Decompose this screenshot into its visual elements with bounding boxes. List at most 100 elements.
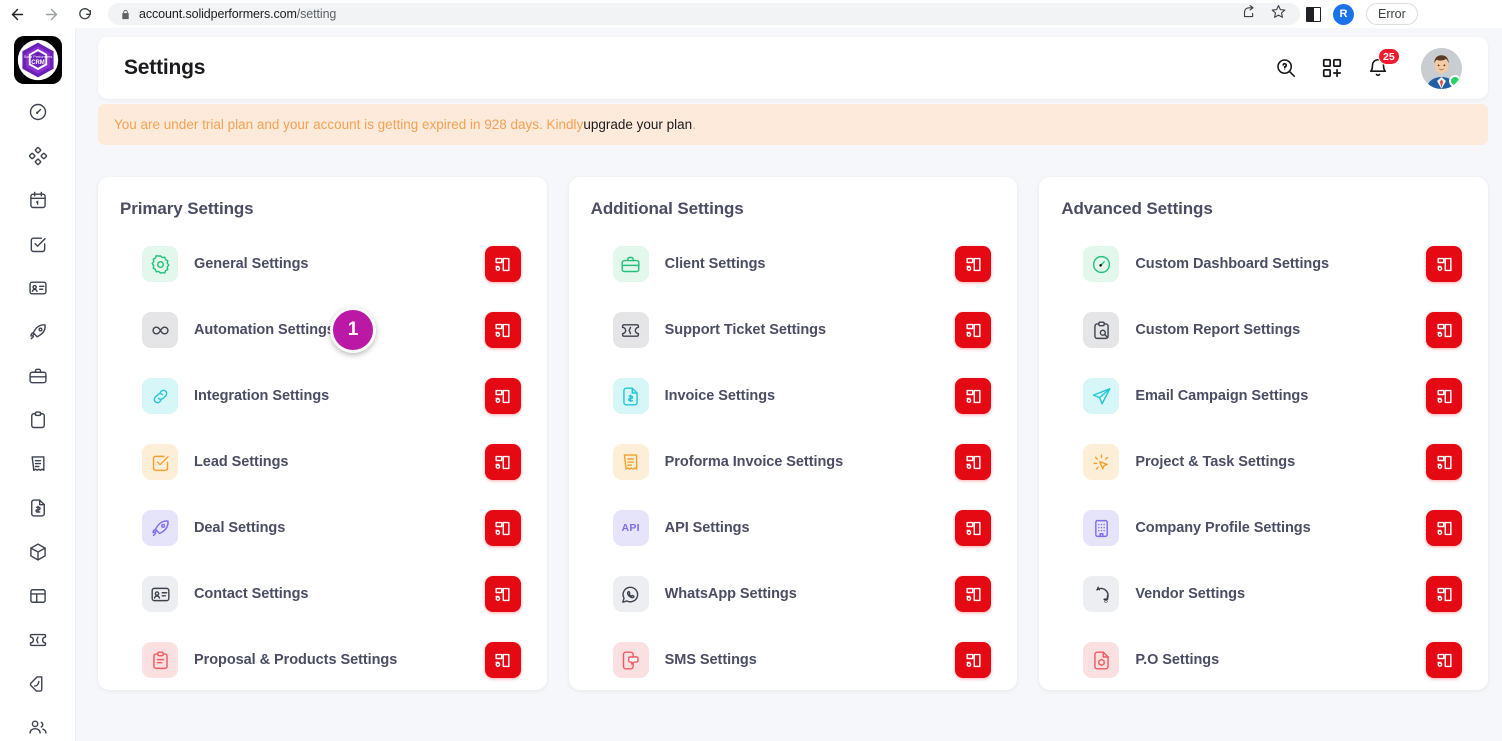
panel-gear-icon [1436, 653, 1452, 667]
address-bar[interactable]: account.solidperformers.com/setting [108, 3, 1300, 25]
bookmark-button[interactable] [1271, 4, 1286, 24]
settings-row[interactable]: Integration Settings [120, 363, 521, 429]
panel-gear-icon [966, 389, 981, 403]
report-search-icon [1094, 320, 1109, 339]
panel-gear-icon [495, 521, 510, 535]
settings-row[interactable]: Custom Dashboard Settings [1061, 231, 1463, 297]
panel-gear-icon [495, 323, 510, 337]
settings-row-icon-tile [142, 378, 178, 414]
configure-button[interactable] [1426, 510, 1463, 546]
configure-button[interactable] [955, 576, 992, 612]
split-panel-icon[interactable] [1306, 6, 1321, 22]
apps-grid-button[interactable] [1321, 57, 1343, 79]
share-button[interactable] [1242, 4, 1257, 24]
panel-gear-icon [966, 455, 981, 469]
settings-row-list: General Settings Automation Settings 1 Inte… [120, 231, 521, 693]
settings-row[interactable]: Project & Task Settings [1061, 429, 1463, 495]
configure-button[interactable] [1426, 312, 1463, 348]
panel-gear-icon [966, 587, 981, 601]
sidebar-item-apps[interactable] [16, 134, 60, 178]
configure-button[interactable] [955, 246, 992, 282]
configure-button[interactable] [1426, 642, 1463, 678]
configure-button[interactable] [1426, 246, 1463, 282]
settings-row[interactable]: Contact Settings [120, 561, 521, 627]
sidebar-item-tasks[interactable] [16, 222, 60, 266]
sidebar-item-tickets[interactable] [16, 618, 60, 662]
back-button[interactable] [0, 0, 34, 28]
configure-button[interactable] [955, 444, 992, 480]
settings-row-label: Email Campaign Settings [1135, 388, 1309, 404]
configure-button[interactable] [484, 312, 521, 348]
settings-row[interactable]: Email Campaign Settings [1061, 363, 1463, 429]
settings-row[interactable]: Company Profile Settings [1061, 495, 1463, 561]
configure-button[interactable] [484, 576, 521, 612]
configure-button[interactable] [484, 378, 521, 414]
panel-gear-icon [495, 389, 510, 403]
notifications-button[interactable]: 25 [1367, 48, 1400, 79]
settings-row-label: Custom Dashboard Settings [1135, 256, 1330, 272]
sidebar-item-contacts[interactable] [16, 266, 60, 310]
settings-row[interactable]: Support Ticket Settings [591, 297, 992, 363]
settings-row[interactable]: SMS Settings [591, 627, 992, 693]
reload-button[interactable] [68, 0, 102, 28]
sidebar-item-clients[interactable] [16, 354, 60, 398]
settings-row[interactable]: Proforma Invoice Settings [591, 429, 992, 495]
app-logo[interactable]: Solid Performers CRM [13, 36, 62, 84]
settings-row[interactable]: P.O Settings [1061, 627, 1463, 693]
notification-badge: 25 [1378, 48, 1400, 65]
sidebar-item-proforma[interactable] [16, 442, 60, 486]
configure-button[interactable] [955, 378, 992, 414]
checkbox-icon [152, 455, 169, 471]
settings-row[interactable]: Deal Settings [120, 495, 521, 561]
url-path: /setting [296, 7, 337, 21]
configure-button[interactable] [1426, 378, 1463, 414]
crm-logo-icon: Solid Performers CRM [17, 39, 58, 81]
app-shell: Solid Performers CRM Settings 25 You are… [0, 28, 1502, 741]
settings-row[interactable]: A B Vendor Settings [1061, 561, 1463, 627]
settings-row[interactable]: Client Settings [591, 231, 992, 297]
sidebar-item-products[interactable] [16, 530, 60, 574]
settings-row-icon-tile [1083, 444, 1120, 480]
sidebar-item-proposals[interactable] [16, 398, 60, 442]
settings-row[interactable]: WhatsApp Settings [591, 561, 992, 627]
browser-profile-button[interactable]: R [1333, 3, 1354, 25]
settings-row[interactable]: Invoice Settings [591, 363, 992, 429]
configure-button[interactable] [484, 510, 521, 546]
sidebar-item-calendar[interactable] [16, 178, 60, 222]
sidebar-item-dashboard[interactable] [16, 90, 60, 134]
configure-button[interactable] [1426, 444, 1463, 480]
configure-button[interactable] [484, 246, 521, 282]
configure-button[interactable] [955, 642, 992, 678]
sidebar-item-projects[interactable] [16, 574, 60, 618]
settings-row-list: Custom Dashboard Settings Custom Report S… [1061, 231, 1463, 693]
configure-button[interactable] [955, 510, 992, 546]
settings-row-label: Automation Settings [194, 322, 335, 338]
configure-button[interactable] [484, 642, 521, 678]
settings-row-icon-tile [142, 444, 178, 480]
settings-row[interactable]: Proposal & Products Settings [120, 627, 521, 693]
forward-button[interactable] [34, 0, 68, 28]
page-title: Settings [124, 56, 206, 79]
settings-row[interactable]: Lead Settings [120, 429, 521, 495]
avatar[interactable] [1421, 47, 1462, 89]
card-title: Additional Settings [590, 199, 744, 218]
share-icon [1243, 5, 1254, 18]
settings-row[interactable]: General Settings [120, 231, 521, 297]
search-help-button[interactable] [1275, 57, 1297, 79]
settings-row[interactable]: Automation Settings 1 [120, 297, 521, 363]
configure-button[interactable] [955, 312, 992, 348]
sidebar-item-users[interactable] [16, 706, 60, 741]
error-indicator[interactable]: Error [1366, 3, 1418, 25]
settings-row-label: General Settings [194, 256, 309, 272]
settings-row-icon-tile [142, 246, 178, 282]
settings-row-icon-tile [1083, 642, 1120, 678]
upgrade-plan-link[interactable]: upgrade your plan [583, 117, 692, 132]
configure-button[interactable] [1426, 576, 1463, 612]
sidebar-item-invoices[interactable] [16, 486, 60, 530]
settings-row-label: Client Settings [664, 256, 766, 272]
configure-button[interactable] [484, 444, 521, 480]
settings-row[interactable]: API API Settings [591, 495, 992, 561]
sidebar-item-campaigns[interactable] [16, 662, 60, 706]
settings-row[interactable]: Custom Report Settings [1061, 297, 1463, 363]
sidebar-item-deals[interactable] [16, 310, 60, 354]
